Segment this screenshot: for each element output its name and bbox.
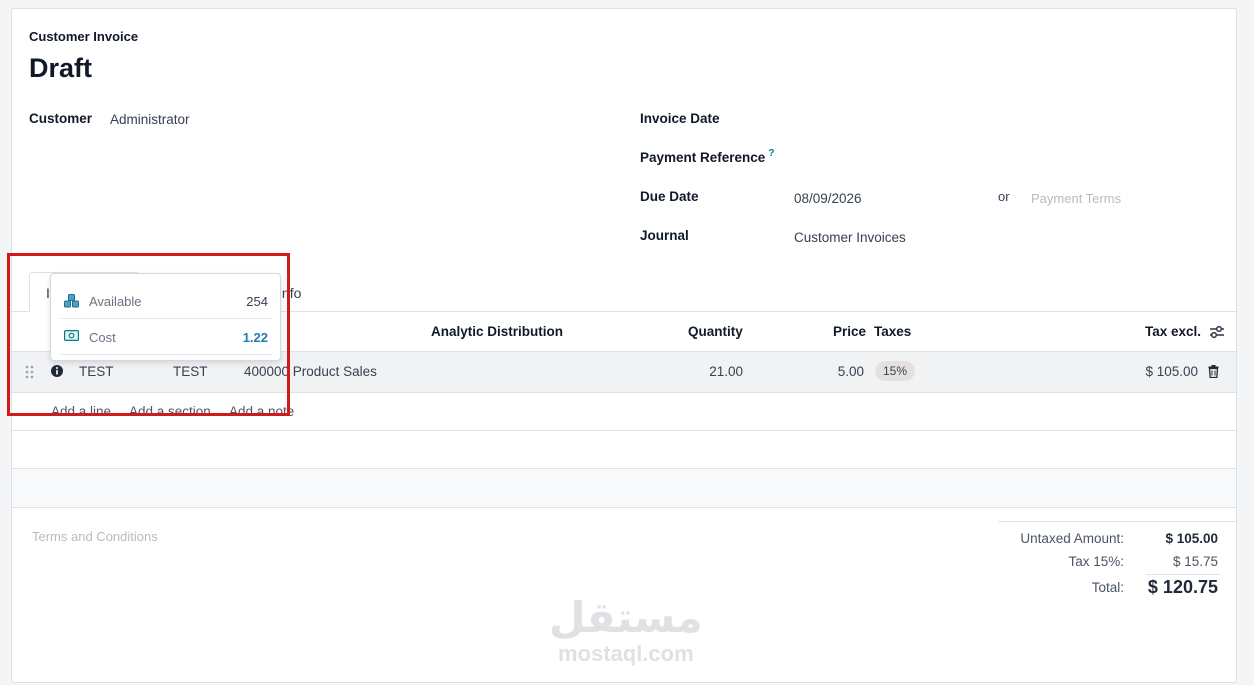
payment-reference-field[interactable] xyxy=(794,146,1214,170)
terms-conditions-field[interactable]: Terms and Conditions xyxy=(32,529,158,544)
page-title: Draft xyxy=(29,53,93,83)
untaxed-amount-label: Untaxed Amount: xyxy=(1020,531,1124,546)
or-text: or xyxy=(998,189,1010,204)
help-icon[interactable]: ? xyxy=(768,148,774,159)
highlight-annotation-box xyxy=(7,253,290,416)
watermark-latin: mostaql.com xyxy=(557,641,694,666)
tax-value: $ 15.75 xyxy=(1172,554,1218,569)
invoice-date-field[interactable] xyxy=(794,107,1214,131)
tax-label: Tax 15%: xyxy=(1068,554,1124,569)
customer-field[interactable]: Administrator xyxy=(110,112,190,127)
due-date-label: Due Date xyxy=(640,189,699,204)
total-value: $ 120.75 xyxy=(1147,577,1218,597)
document-type: Customer Invoice xyxy=(29,29,139,44)
row-price[interactable]: 5.00 xyxy=(802,364,864,379)
payment-reference-label: Payment Reference? xyxy=(640,148,774,165)
trash-icon[interactable] xyxy=(1208,365,1219,378)
empty-row-band xyxy=(12,468,1236,508)
total-label: Total: xyxy=(1091,580,1124,595)
payment-terms-field[interactable]: Payment Terms xyxy=(1031,191,1121,206)
row-quantity[interactable]: 21.00 xyxy=(652,364,743,379)
column-tax-excl[interactable]: Tax excl. xyxy=(1145,324,1201,339)
untaxed-amount-value: $ 105.00 xyxy=(1165,531,1218,546)
tax-badge[interactable]: 15% xyxy=(875,361,916,381)
journal-label: Journal xyxy=(640,228,689,243)
watermark: مستقل mostaql.com xyxy=(549,596,703,666)
invoice-date-label: Invoice Date xyxy=(640,111,720,126)
column-price[interactable]: Price xyxy=(833,324,866,339)
customer-label: Customer xyxy=(29,111,93,126)
row-subtotal: $ 105.00 xyxy=(1145,364,1198,379)
column-quantity[interactable]: Quantity xyxy=(688,324,743,339)
due-date-field[interactable]: 08/09/2026 xyxy=(794,191,862,206)
column-taxes[interactable]: Taxes xyxy=(874,324,911,339)
column-analytic[interactable]: Analytic Distribution xyxy=(431,324,563,339)
column-settings-icon[interactable] xyxy=(1209,325,1225,339)
totals-divider-top xyxy=(998,521,1236,522)
journal-field[interactable]: Customer Invoices xyxy=(794,230,906,245)
table-divider xyxy=(12,430,1236,431)
watermark-arabic: مستقل xyxy=(549,593,703,642)
payment-reference-text: Payment Reference xyxy=(640,150,766,165)
totals-divider xyxy=(1146,574,1220,575)
